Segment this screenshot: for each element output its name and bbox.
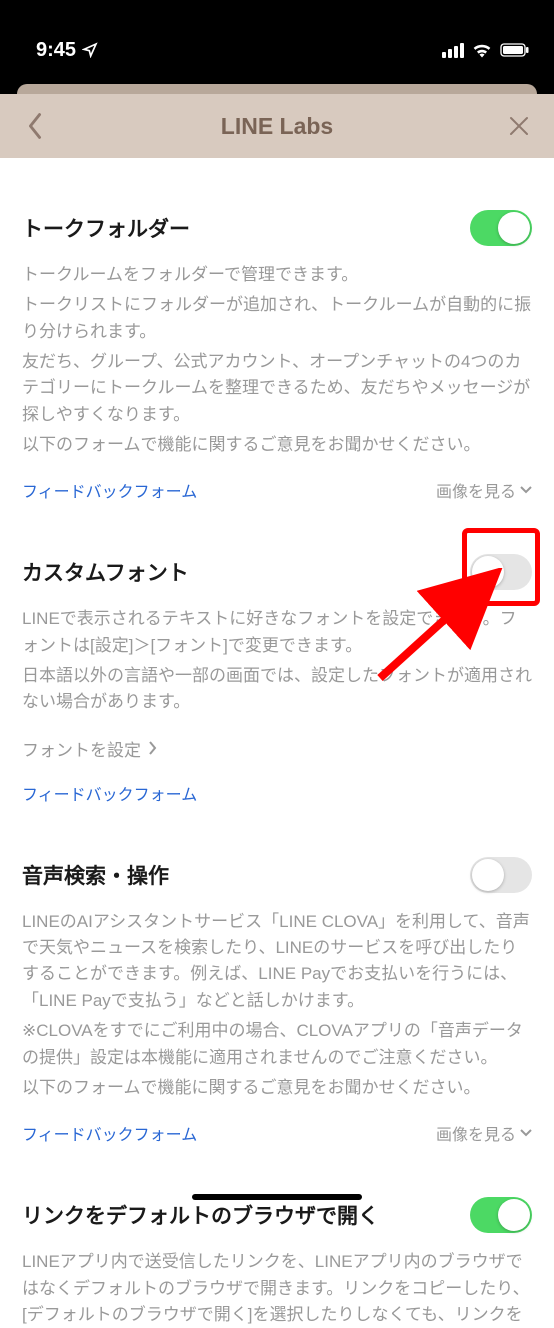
section-desc: 以下のフォームで機能に関するご意見をお聞かせください。: [22, 432, 532, 458]
battery-icon: [500, 43, 530, 57]
chevron-down-icon: [520, 1129, 532, 1137]
feedback-link[interactable]: フィードバックフォーム: [22, 478, 197, 502]
toggle-talk-folder[interactable]: [470, 210, 532, 246]
section-desc: LINEのAIアシスタントサービス「LINE CLOVA」を利用して、音声で天気…: [22, 909, 532, 1014]
toggle-knob: [472, 556, 504, 588]
section-title: カスタムフォント: [22, 557, 189, 587]
home-indicator[interactable]: [192, 1194, 362, 1200]
toggle-knob: [498, 212, 530, 244]
section-desc: トークリストにフォルダーが追加され、トークルームが自動的に振り分けられます。: [22, 292, 532, 345]
section-voice-search: 音声検索・操作 LINEのAIアシスタントサービス「LINE CLOVA」を利用…: [22, 805, 532, 1145]
location-icon: [82, 42, 98, 58]
section-desc: LINEアプリ内で送受信したリンクを、LINEアプリ内のブラウザではなくデフォル…: [22, 1249, 532, 1328]
status-time: 9:45: [36, 39, 76, 62]
cellular-icon: [442, 43, 464, 58]
card-stack: [0, 80, 554, 94]
view-image-link[interactable]: 画像を見る: [436, 478, 532, 502]
section-desc: トークルームをフォルダーで管理できます。: [22, 262, 532, 288]
toggle-custom-font[interactable]: [470, 554, 532, 590]
status-right-group: [442, 42, 530, 58]
section-desc: 以下のフォームで機能に関するご意見をお聞かせください。: [22, 1075, 532, 1101]
feedback-link[interactable]: フィードバックフォーム: [22, 1121, 197, 1145]
section-desc: LINEで表示されるテキストに好きなフォントを設定できます。フォントは[設定]＞…: [22, 606, 532, 659]
close-button[interactable]: [504, 111, 534, 141]
toggle-default-browser[interactable]: [470, 1197, 532, 1233]
section-desc: 日本語以外の言語や一部の画面では、設定したフォントが適用されない場合があります。: [22, 663, 532, 716]
page-title: LINE Labs: [221, 113, 333, 140]
section-talk-folder: トークフォルダー トークルームをフォルダーで管理できます。 トークリストにフォル…: [22, 158, 532, 502]
toggle-knob: [498, 1199, 530, 1231]
chevron-left-icon: [27, 112, 43, 140]
chevron-right-icon: [149, 741, 157, 755]
status-bar: 9:45: [0, 0, 554, 80]
toggle-voice-search[interactable]: [470, 857, 532, 893]
section-default-browser: リンクをデフォルトのブラウザで開く LINEアプリ内で送受信したリンクを、LIN…: [22, 1145, 532, 1328]
feedback-link[interactable]: フィードバックフォーム: [22, 781, 197, 805]
chevron-down-icon: [520, 486, 532, 494]
wifi-icon: [472, 42, 492, 58]
section-custom-font: カスタムフォント LINEで表示されるテキストに好きなフォントを設定できます。フ…: [22, 502, 532, 804]
view-image-link[interactable]: 画像を見る: [436, 1121, 532, 1145]
section-desc: 友だち、グループ、公式アカウント、オープンチャットの4つのカテゴリーにトークルー…: [22, 349, 532, 428]
content-area: トークフォルダー トークルームをフォルダーで管理できます。 トークリストにフォル…: [0, 158, 554, 1328]
section-desc: ※CLOVAをすでにご利用中の場合、CLOVAアプリの「音声データの提供」設定は…: [22, 1018, 532, 1071]
back-button[interactable]: [20, 111, 50, 141]
section-title: リンクをデフォルトのブラウザで開く: [22, 1200, 379, 1230]
close-icon: [508, 115, 530, 137]
toggle-knob: [472, 859, 504, 891]
section-title: 音声検索・操作: [22, 860, 169, 890]
status-time-group: 9:45: [36, 39, 98, 62]
section-title: トークフォルダー: [22, 213, 190, 243]
font-settings-link[interactable]: フォントを設定: [22, 736, 532, 761]
header-bar: LINE Labs: [0, 94, 554, 158]
